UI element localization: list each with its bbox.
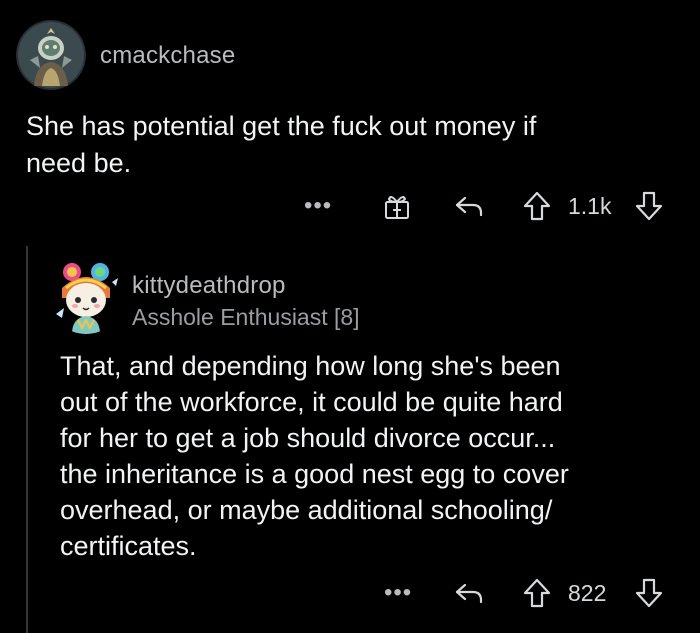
upvote-arrow-icon — [523, 578, 551, 608]
comment-username[interactable]: cmackchase — [100, 42, 235, 70]
user-flair: Asshole Enthusiast [8] — [132, 304, 360, 330]
reply-arrow-icon — [455, 196, 483, 217]
upvote-button[interactable] — [520, 576, 554, 610]
reply-action-bar: ••• 822 — [380, 573, 670, 613]
vote-count: 1.1k — [568, 193, 612, 219]
more-options-button[interactable]: ••• — [384, 573, 412, 613]
reply-button[interactable] — [452, 576, 486, 610]
reply-body: That, and depending how long she's been … — [60, 351, 569, 561]
reply-username[interactable]: kittydeathdrop — [132, 272, 286, 300]
comment-body: She has potential get the fuck out money… — [26, 111, 537, 178]
downvote-button[interactable] — [632, 576, 666, 610]
more-options-button[interactable]: ••• — [304, 186, 332, 226]
reply-button[interactable] — [452, 189, 486, 223]
reply-arrow-icon — [455, 583, 483, 604]
gift-icon — [385, 196, 409, 219]
user-avatar-icon — [48, 258, 124, 334]
comment-thread: cmackchase She has potential get the fuc… — [0, 0, 700, 633]
avatar[interactable] — [16, 20, 86, 90]
comment-action-bar: ••• 1.1k — [300, 186, 670, 226]
downvote-button[interactable] — [632, 189, 666, 223]
user-avatar-icon — [16, 20, 86, 90]
vote-count: 822 — [568, 580, 607, 606]
upvote-button[interactable] — [520, 189, 554, 223]
award-button[interactable] — [380, 189, 414, 223]
upvote-arrow-icon — [523, 191, 551, 221]
downvote-arrow-icon — [635, 578, 663, 608]
downvote-arrow-icon — [635, 191, 663, 221]
avatar[interactable] — [48, 258, 124, 334]
thread-collapse-line[interactable] — [26, 246, 28, 633]
